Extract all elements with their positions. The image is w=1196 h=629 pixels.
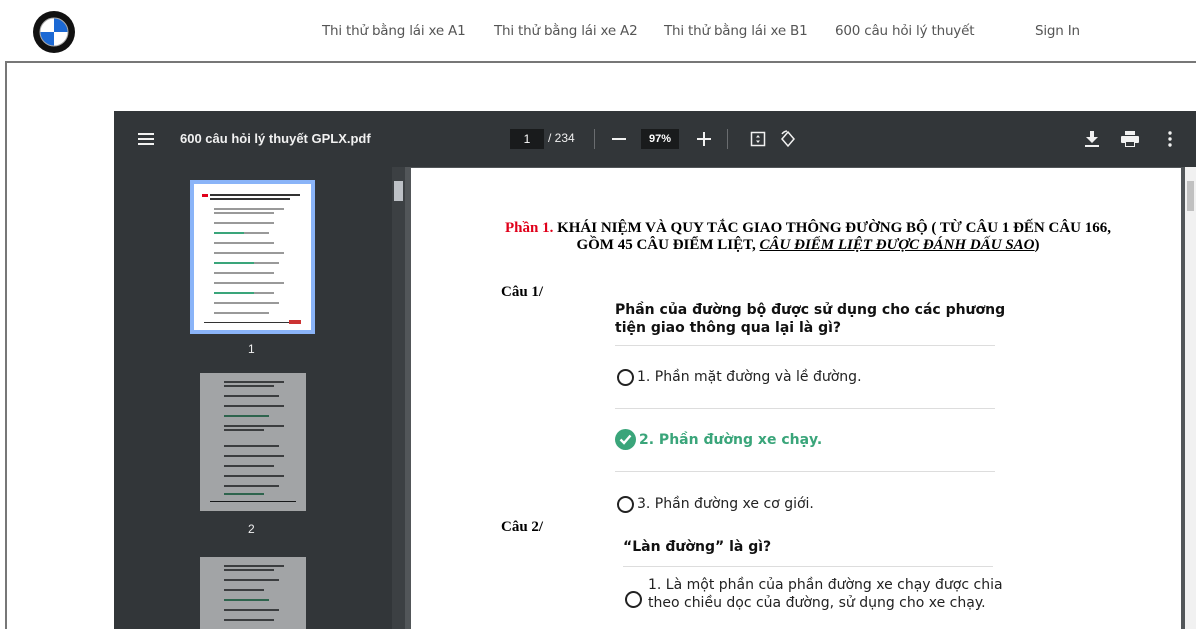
document-scrollbar[interactable]: [1185, 167, 1196, 629]
toolbar-divider: [727, 129, 728, 149]
answer-text: 3. Phần đường xe cơ giới.: [637, 496, 814, 512]
pdf-toolbar: 600 câu hỏi lý thuyết GPLX.pdf 1 / 234 9…: [114, 111, 1196, 167]
section-title: Phần 1. KHÁI NIỆM VÀ QUY TẮC GIAO THÔNG …: [503, 220, 1113, 254]
download-icon[interactable]: [1082, 129, 1102, 149]
radio-icon[interactable]: [617, 368, 634, 386]
fit-page-icon[interactable]: [748, 129, 768, 149]
divider: [615, 471, 995, 472]
answer-option[interactable]: 1. Là một phần của phần đường xe chạy đư…: [625, 576, 1005, 612]
answer-option[interactable]: 1. Phần mặt đường và lề đường.: [617, 368, 862, 386]
sidebar-scrollbar-thumb[interactable]: [394, 181, 403, 201]
page-thumbnail-3[interactable]: [200, 557, 306, 629]
check-circle-icon: [615, 429, 636, 450]
nav-link-b1[interactable]: Thi thử bằng lái xe B1: [664, 23, 808, 39]
answer-option[interactable]: 3. Phần đường xe cơ giới.: [617, 495, 814, 513]
radio-icon[interactable]: [617, 495, 634, 513]
thumbnail-number: 1: [248, 342, 255, 356]
sidebar-scrollbar[interactable]: [392, 167, 405, 629]
page-total: / 234: [548, 131, 575, 145]
radio-icon[interactable]: [625, 590, 642, 608]
zoom-in-icon[interactable]: [694, 129, 714, 149]
nav-link-600[interactable]: 600 câu hỏi lý thuyết: [835, 23, 974, 39]
question-text: “Làn đường” là gì?: [623, 539, 772, 555]
more-options-icon[interactable]: [1160, 129, 1180, 149]
thumbnail-sidebar: 1 2: [114, 167, 405, 629]
pdf-page: Phần 1. KHÁI NIỆM VÀ QUY TẮC GIAO THÔNG …: [411, 168, 1181, 629]
menu-icon[interactable]: [136, 129, 156, 149]
answer-text: 1. Phần mặt đường và lề đường.: [637, 369, 862, 385]
nav-link-a2[interactable]: Thi thử bằng lái xe A2: [494, 23, 638, 39]
section-title-underlined: CÂU ĐIỂM LIỆT ĐƯỢC ĐÁNH DẤU SAO: [759, 237, 1035, 253]
answer-text: 2. Phần đường xe chạy.: [639, 431, 823, 448]
pdf-viewer: 600 câu hỏi lý thuyết GPLX.pdf 1 / 234 9…: [114, 111, 1196, 629]
answer-option-correct[interactable]: 2. Phần đường xe chạy.: [615, 429, 822, 450]
toolbar-divider: [594, 129, 595, 149]
divider: [615, 408, 995, 409]
page-thumbnail-1[interactable]: [190, 180, 315, 334]
rotate-icon[interactable]: [778, 129, 798, 149]
section-title-prefix: Phần 1.: [504, 220, 554, 236]
divider: [615, 345, 995, 346]
sign-in-link[interactable]: Sign In: [1035, 23, 1080, 39]
bmw-logo-icon[interactable]: [32, 10, 76, 54]
page-number-input[interactable]: 1: [510, 129, 544, 149]
page-thumbnail-2[interactable]: [200, 373, 306, 511]
divider: [623, 566, 993, 567]
print-icon[interactable]: [1120, 129, 1140, 149]
section-title-suffix: ): [1034, 237, 1040, 253]
question-label: Câu 2/: [501, 519, 544, 535]
site-header: Thi thử bằng lái xe A1 Thi thử bằng lái …: [0, 0, 1196, 62]
question-text: Phần của đường bộ được sử dụng cho các p…: [615, 302, 1006, 336]
question-label: Câu 1/: [501, 284, 544, 300]
pdf-file-name: 600 câu hỏi lý thuyết GPLX.pdf: [180, 131, 371, 146]
thumbnail-number: 2: [248, 522, 255, 536]
nav-link-a1[interactable]: Thi thử bằng lái xe A1: [322, 23, 466, 39]
document-scrollbar-thumb[interactable]: [1187, 181, 1194, 211]
zoom-input[interactable]: 97%: [641, 129, 679, 149]
zoom-out-icon[interactable]: [609, 129, 629, 149]
answer-text: 1. Là một phần của phần đường xe chạy đư…: [648, 577, 1003, 611]
